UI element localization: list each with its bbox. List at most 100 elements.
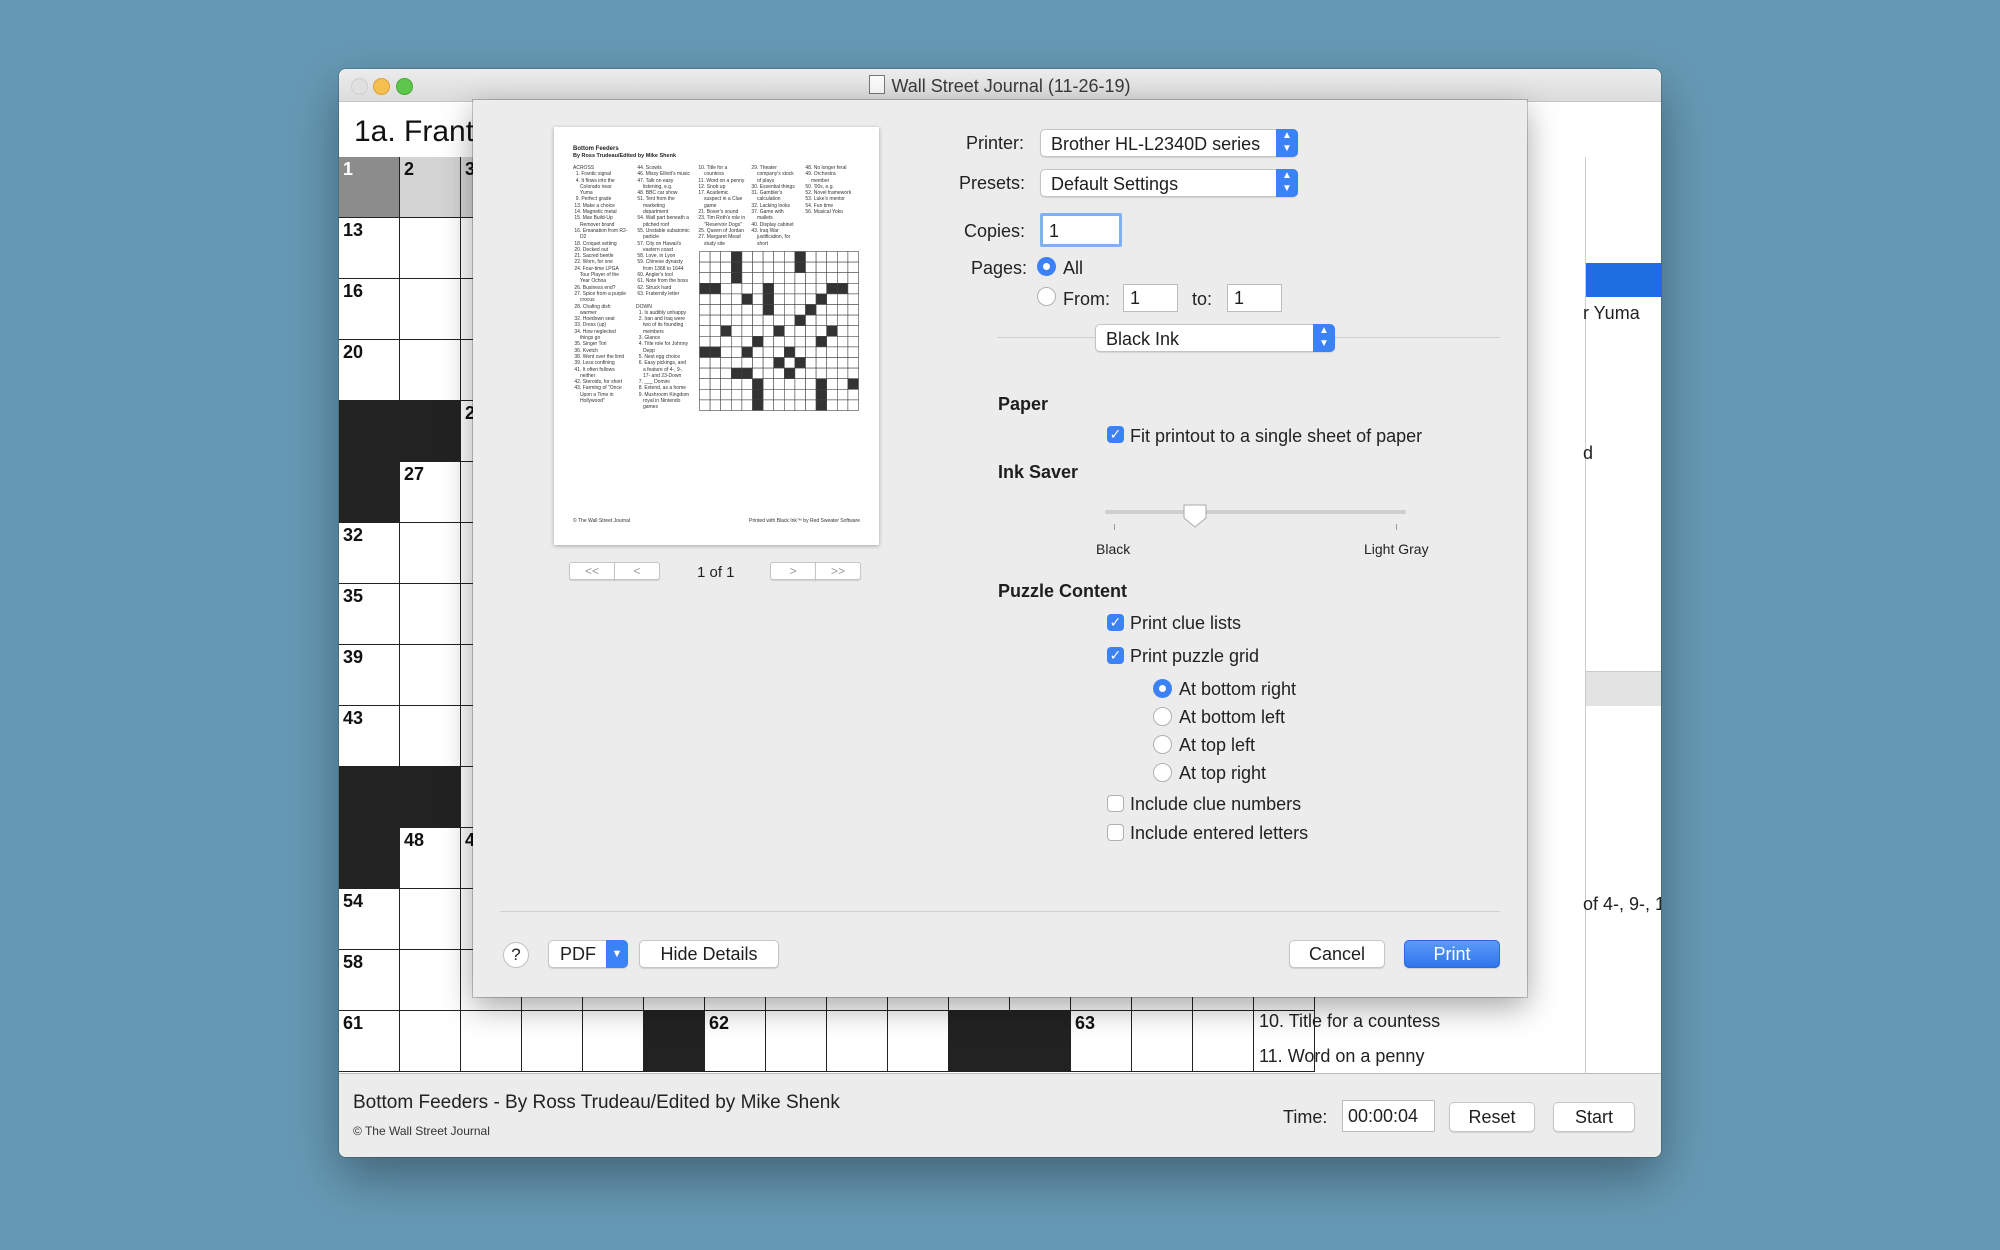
grid-cell[interactable]: 39 (339, 645, 400, 706)
copyright-text: © The Wall Street Journal (353, 1124, 490, 1138)
preview-grid-square (752, 346, 764, 358)
preview-grid-square (805, 346, 817, 358)
preview-grid-square (794, 399, 806, 411)
preview-grid-square (699, 304, 711, 316)
help-button[interactable]: ? (503, 942, 529, 968)
grid-cell[interactable] (400, 706, 461, 767)
ink-saver-track[interactable] (1105, 510, 1406, 514)
include-clue-numbers-checkbox[interactable] (1107, 795, 1124, 812)
grid-cell[interactable] (522, 1011, 583, 1072)
grid-cell[interactable]: 58 (339, 950, 400, 1011)
clue-fragment-d[interactable]: d (1583, 443, 1593, 464)
preview-grid-square (730, 346, 743, 358)
preview-grid-square (762, 378, 774, 390)
grid-cell[interactable] (400, 340, 461, 401)
preview-grid-square (752, 399, 764, 411)
grid-cell[interactable] (1193, 1011, 1254, 1072)
hide-details-button[interactable]: Hide Details (639, 940, 779, 968)
grid-block (339, 462, 400, 523)
grid-cell[interactable] (461, 1011, 522, 1072)
grid-cell[interactable]: 27 (400, 462, 461, 523)
presets-popup[interactable]: Default Settings ▲ ▼ (1040, 169, 1298, 197)
grid-cell[interactable]: 35 (339, 584, 400, 645)
last-page-button[interactable]: >> (815, 562, 861, 580)
reset-button[interactable]: Reset (1449, 1102, 1535, 1132)
cancel-button[interactable]: Cancel (1289, 940, 1385, 968)
grid-cell[interactable] (583, 1011, 644, 1072)
grid-bottom-left-radio[interactable] (1153, 707, 1172, 726)
grid-cell[interactable] (888, 1011, 949, 1072)
start-button[interactable]: Start (1553, 1102, 1635, 1132)
fit-single-sheet-checkbox[interactable]: ✓ (1107, 426, 1124, 443)
ink-saver-max-label: Light Gray (1364, 541, 1429, 557)
preview-grid-square (815, 378, 827, 390)
preview-grid-square (720, 314, 732, 326)
preview-grid-square (699, 272, 711, 284)
include-entered-letters-checkbox[interactable] (1107, 824, 1124, 841)
selected-clue-highlight[interactable] (1586, 263, 1661, 297)
pages-to-field[interactable]: 1 (1227, 284, 1282, 312)
ink-saver-slider-thumb[interactable] (1182, 503, 1208, 529)
grid-top-right-radio[interactable] (1153, 763, 1172, 782)
pdf-menu-button[interactable]: PDF ▼ (548, 940, 628, 968)
preview-grid-square (741, 336, 753, 348)
grid-cell[interactable] (400, 218, 461, 279)
grid-cell[interactable]: 61 (339, 1011, 400, 1072)
grid-cell[interactable] (400, 889, 461, 950)
clue-fragment-of[interactable]: of 4-, 9-, 17- (1583, 894, 1661, 915)
clue-item-10-down[interactable]: 10. Title for a countess (1259, 1011, 1440, 1032)
preview-grid-square (847, 378, 859, 390)
copies-label: Copies: (964, 221, 1026, 241)
grid-cell[interactable] (400, 523, 461, 584)
preview-grid-square (741, 357, 753, 369)
clue-list-panel[interactable]: r Yuma d of 4-, 9-, 17- (1583, 157, 1661, 1075)
pages-from-field[interactable]: 1 (1123, 284, 1178, 312)
print-button[interactable]: Print (1404, 940, 1500, 968)
copies-field[interactable]: 1 (1040, 213, 1122, 247)
next-page-button[interactable]: > (770, 562, 816, 580)
preview-grid-square (773, 346, 785, 358)
grid-bottom-right-radio[interactable] (1153, 679, 1172, 698)
previous-page-button[interactable]: < (614, 562, 660, 580)
preview-grid-square (741, 314, 753, 326)
pages-range-radio[interactable] (1037, 287, 1056, 306)
include-entered-letters-label: Include entered letters (1130, 823, 1309, 843)
title-bar[interactable]: Wall Street Journal (11-26-19) (339, 69, 1661, 102)
grid-cell[interactable] (400, 950, 461, 1011)
preview-grid-square (752, 367, 764, 379)
print-clue-lists-checkbox[interactable]: ✓ (1107, 614, 1124, 631)
preview-grid-square (752, 304, 764, 316)
preview-grid-square (720, 367, 732, 379)
pages-all-radio[interactable] (1037, 257, 1056, 276)
preview-grid-square (837, 251, 849, 263)
clue-fragment-yuma[interactable]: r Yuma (1583, 303, 1640, 324)
grid-cell[interactable] (827, 1011, 888, 1072)
grid-top-left-radio[interactable] (1153, 735, 1172, 754)
grid-cell[interactable] (400, 584, 461, 645)
preview-grid-square (837, 367, 849, 379)
grid-cell[interactable]: 1 (339, 157, 400, 218)
print-puzzle-grid-checkbox[interactable]: ✓ (1107, 647, 1124, 664)
grid-cell[interactable]: 2 (400, 157, 461, 218)
grid-cell[interactable]: 32 (339, 523, 400, 584)
preview-grid-square (815, 389, 827, 401)
time-field[interactable]: 00:00:04 (1342, 1100, 1435, 1132)
section-popup[interactable]: Black Ink ▲ ▼ (1095, 324, 1335, 352)
grid-cell[interactable] (400, 1011, 461, 1072)
grid-cell[interactable] (400, 645, 461, 706)
grid-cell[interactable]: 62 (705, 1011, 766, 1072)
printer-popup[interactable]: Brother HL-L2340D series ▲ ▼ (1040, 129, 1298, 157)
first-page-button[interactable]: << (569, 562, 615, 580)
clue-item-11-down[interactable]: 11. Word on a penny (1259, 1046, 1424, 1067)
grid-cell[interactable] (766, 1011, 827, 1072)
grid-cell[interactable]: 13 (339, 218, 400, 279)
grid-cell[interactable]: 63 (1071, 1011, 1132, 1072)
grid-cell[interactable] (400, 279, 461, 340)
cell-number: 39 (343, 647, 364, 667)
grid-cell[interactable]: 20 (339, 340, 400, 401)
grid-cell[interactable]: 43 (339, 706, 400, 767)
grid-cell[interactable] (1132, 1011, 1193, 1072)
grid-cell[interactable]: 48 (400, 828, 461, 889)
grid-cell[interactable]: 54 (339, 889, 400, 950)
grid-cell[interactable]: 16 (339, 279, 400, 340)
